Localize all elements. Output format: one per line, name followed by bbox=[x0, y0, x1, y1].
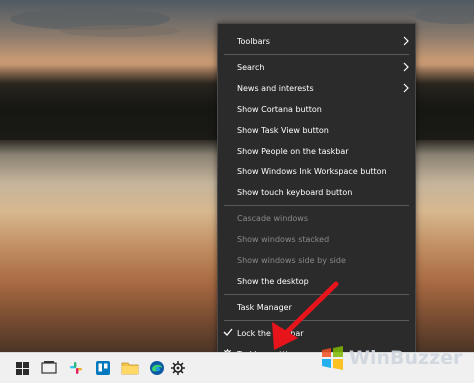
file-explorer-icon[interactable] bbox=[39, 358, 59, 378]
folder-icon[interactable] bbox=[120, 358, 140, 378]
menu-item-show-windows-stacked: Show windows stacked bbox=[218, 230, 415, 248]
chevron-right-icon bbox=[403, 62, 409, 72]
menu-item-show-people[interactable]: Show People on the taskbar bbox=[218, 142, 415, 160]
chevron-right-icon bbox=[403, 83, 409, 93]
menu-item-show-the-desktop[interactable]: Show the desktop bbox=[218, 272, 415, 290]
menu-item-news-and-interests[interactable]: News and interests bbox=[218, 79, 415, 97]
menu-item-task-manager[interactable]: Task Manager bbox=[218, 298, 415, 316]
menu-item-label: Cascade windows bbox=[237, 213, 309, 223]
menu-item-label: Toolbars bbox=[237, 36, 270, 46]
menu-separator bbox=[224, 54, 409, 55]
menu-item-label: Show windows side by side bbox=[237, 255, 346, 265]
menu-item-show-touch-keyboard[interactable]: Show touch keyboard button bbox=[218, 183, 415, 201]
checkmark-icon bbox=[223, 328, 233, 336]
menu-item-label: Show windows stacked bbox=[237, 234, 330, 244]
menu-separator bbox=[224, 294, 409, 295]
menu-item-label: Search bbox=[237, 62, 265, 72]
slack-icon[interactable] bbox=[66, 358, 86, 378]
menu-item-cascade-windows: Cascade windows bbox=[218, 209, 415, 227]
menu-item-show-task-view-button[interactable]: Show Task View button bbox=[218, 121, 415, 139]
cloud bbox=[60, 25, 180, 37]
menu-item-label: Task Manager bbox=[237, 302, 292, 312]
menu-item-label: Show Windows Ink Workspace button bbox=[237, 166, 387, 176]
menu-item-label: Show Task View button bbox=[237, 125, 329, 135]
edge-icon[interactable] bbox=[147, 358, 167, 378]
menu-item-show-windows-side-by-side: Show windows side by side bbox=[218, 251, 415, 269]
menu-item-show-cortana-button[interactable]: Show Cortana button bbox=[218, 100, 415, 118]
menu-item-show-windows-ink[interactable]: Show Windows Ink Workspace button bbox=[218, 162, 415, 180]
menu-separator bbox=[224, 205, 409, 206]
cloud bbox=[415, 6, 474, 24]
chevron-right-icon bbox=[403, 36, 409, 46]
menu-item-label: Lock the taskbar bbox=[237, 328, 304, 338]
trello-icon[interactable] bbox=[93, 358, 113, 378]
taskbar-context-menu: Toolbars Search News and interests Show … bbox=[217, 23, 416, 367]
menu-item-toolbars[interactable]: Toolbars bbox=[218, 32, 415, 50]
menu-item-label: Show People on the taskbar bbox=[237, 146, 349, 156]
menu-item-label: Show Cortana button bbox=[237, 104, 322, 114]
menu-item-label: News and interests bbox=[237, 83, 314, 93]
settings-gear-icon[interactable] bbox=[168, 358, 188, 378]
windows-start-icon[interactable] bbox=[12, 358, 32, 378]
winbuzzer-logo-icon bbox=[322, 346, 343, 370]
watermark-text: WinBuzzer bbox=[349, 347, 463, 369]
menu-separator bbox=[224, 320, 409, 321]
menu-item-lock-the-taskbar[interactable]: Lock the taskbar bbox=[218, 324, 415, 342]
menu-item-label: Show touch keyboard button bbox=[237, 187, 353, 197]
watermark: WinBuzzer bbox=[318, 344, 462, 372]
menu-item-label: Show the desktop bbox=[237, 276, 309, 286]
menu-item-search[interactable]: Search bbox=[218, 58, 415, 76]
